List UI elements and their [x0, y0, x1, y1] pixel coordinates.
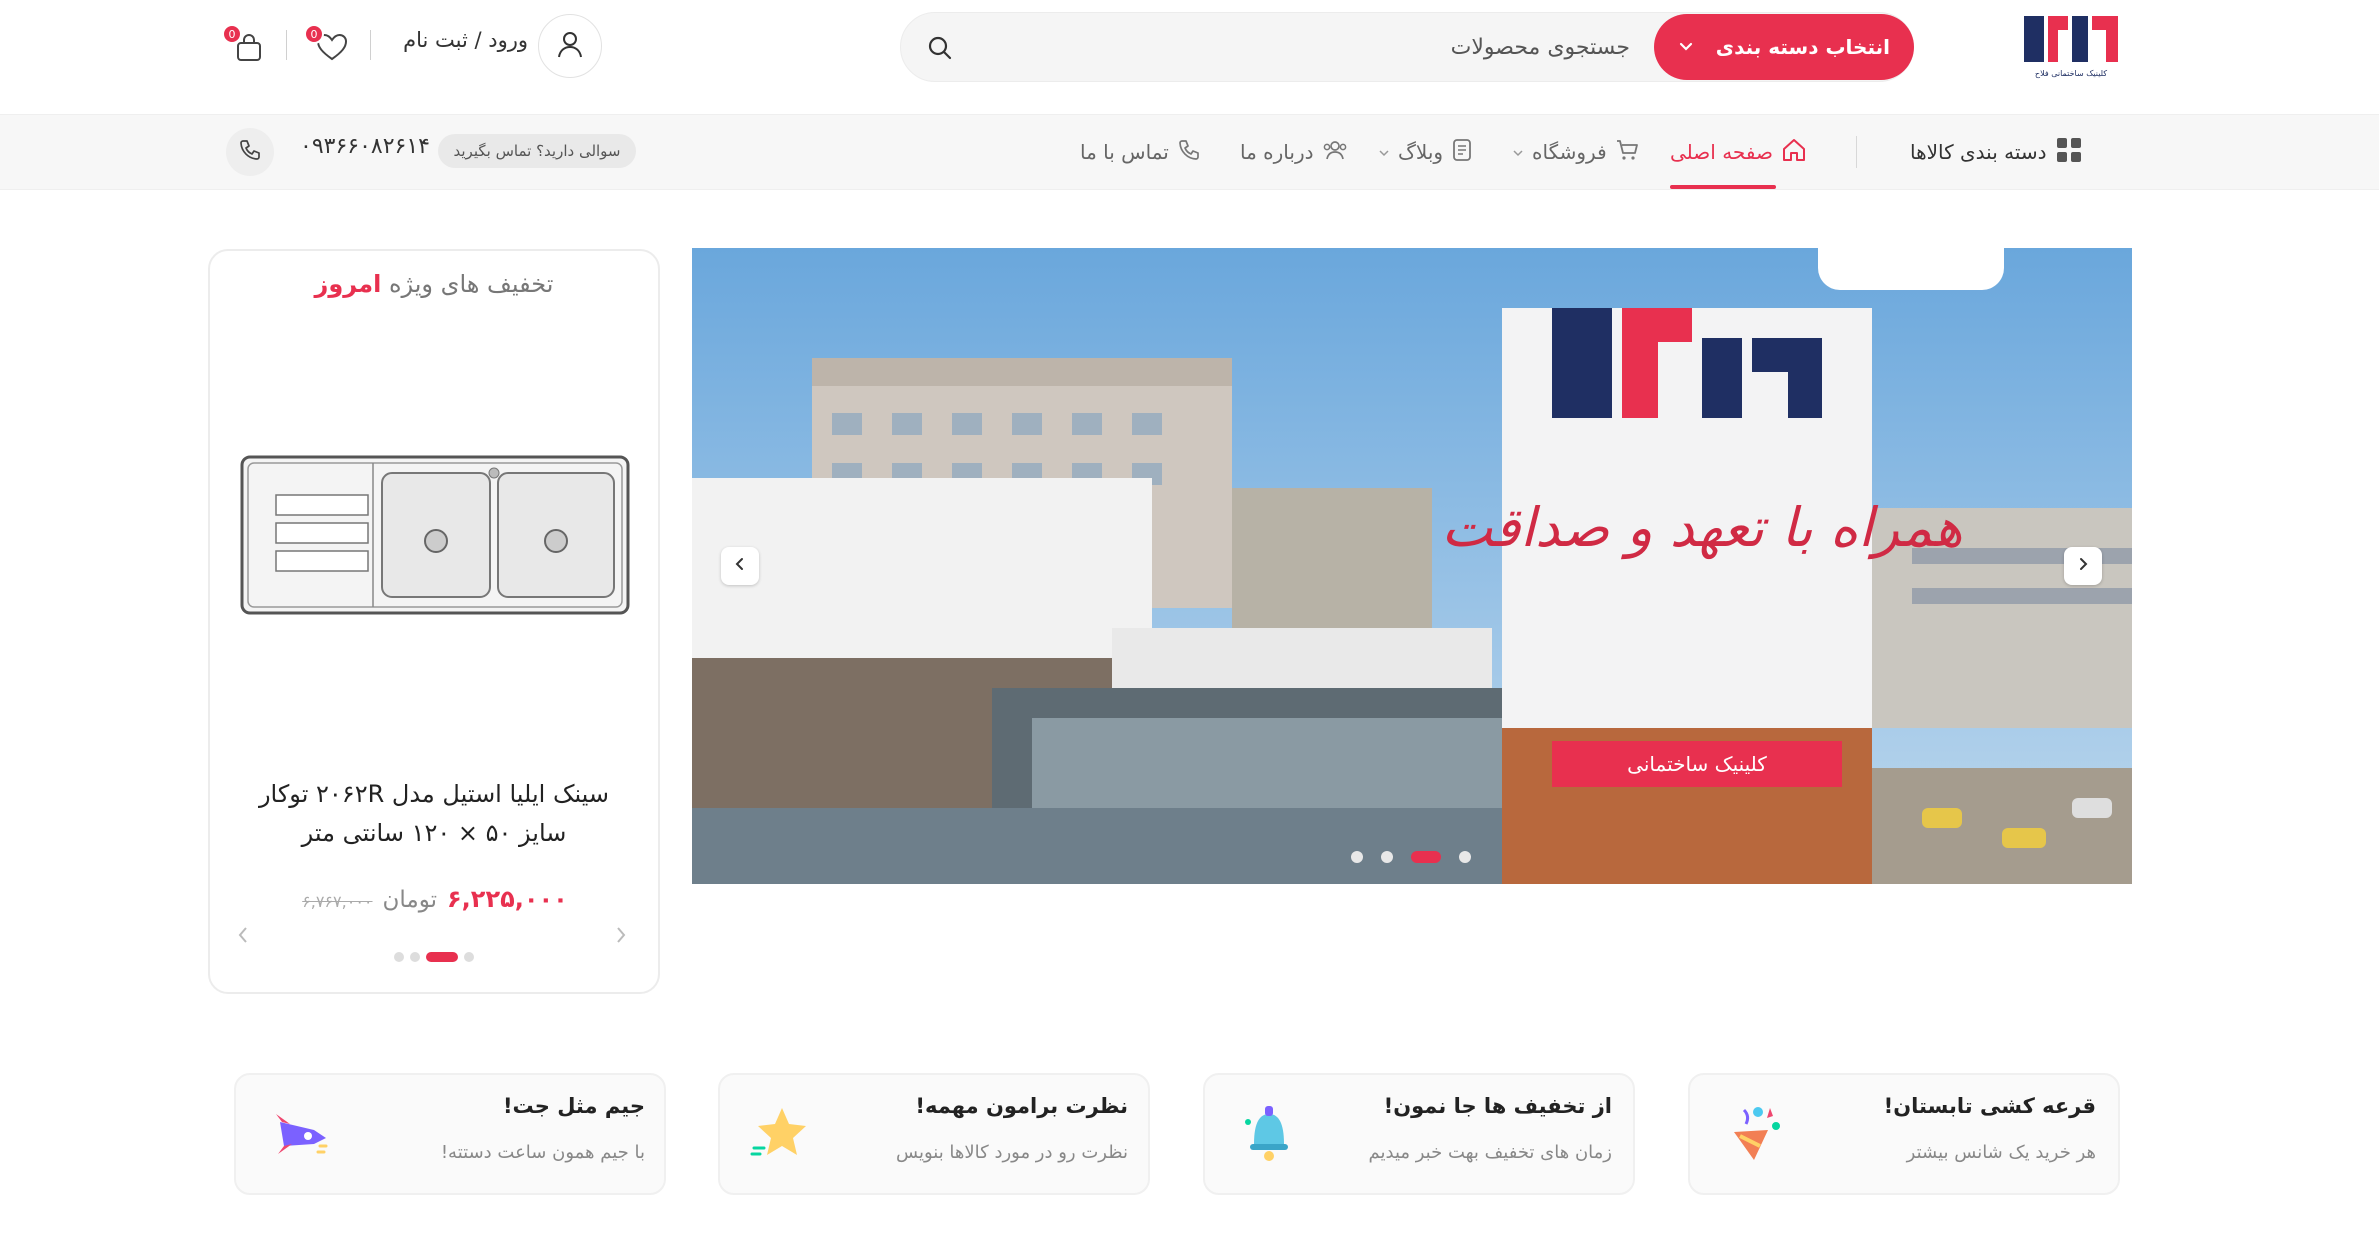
offer-dot[interactable] — [464, 952, 474, 962]
nav-about[interactable]: درباره ما — [1240, 136, 1348, 168]
nav-contact-label: تماس با ما — [1080, 140, 1169, 164]
support-phone-number[interactable]: ۰۹۳۶۶۰۸۲۶۱۴ — [290, 134, 430, 159]
phone-icon — [238, 138, 262, 166]
price-currency: تومان — [382, 887, 438, 913]
feature-subtitle: نظرت رو در مورد کالاها بنویس — [896, 1142, 1128, 1163]
users-icon — [1322, 138, 1348, 167]
feature-title: از تخفیف ها جا نمون! — [1383, 1094, 1612, 1118]
wishlist-count-badge: 0 — [304, 24, 324, 44]
feature-subtitle: هر خرید یک شانس بیشتر — [1906, 1142, 2096, 1163]
special-offer-card — [208, 249, 660, 994]
sign-slogan-text: همراه با تعهد و صداقت — [1441, 496, 1962, 560]
chevron-right-icon — [2075, 556, 2091, 576]
product-image[interactable] — [240, 455, 630, 615]
search-icon[interactable] — [926, 34, 954, 62]
chevron-left-icon — [236, 922, 250, 952]
nav-about-label: درباره ما — [1240, 140, 1314, 164]
star-icon — [748, 1102, 810, 1164]
special-offer-title: تخفیف های ویژه امروز — [208, 270, 660, 298]
product-price: ۶,۲۲۵,۰۰۰ تومان ۶,۷۶۷,۰۰۰ — [240, 885, 630, 913]
call-button[interactable] — [226, 128, 274, 176]
ask-question-pill: سوالی دارید؟ تماس بگیرید — [438, 134, 636, 168]
feature-title: نظرت برامون مهمه! — [915, 1094, 1128, 1118]
chevron-down-icon — [1512, 140, 1524, 164]
feature-subtitle: با جیم همون ساعت دستته! — [440, 1142, 645, 1163]
wishlist-button[interactable]: 0 — [304, 24, 350, 64]
offer-title-prefix: تخفیف های ویژه — [388, 270, 554, 298]
nav-active-indicator — [1670, 185, 1776, 189]
chevron-left-icon — [732, 556, 748, 576]
header-divider — [286, 30, 287, 60]
home-icon — [1781, 137, 1807, 168]
chevron-down-icon — [1678, 35, 1694, 59]
slider-dot-active[interactable] — [1411, 851, 1441, 863]
price-discounted: ۶,۲۲۵,۰۰۰ — [447, 885, 568, 913]
phone-icon — [1177, 138, 1201, 167]
document-icon — [1451, 138, 1473, 167]
cart-button[interactable]: 0 — [222, 24, 268, 64]
user-account-button[interactable] — [538, 14, 602, 78]
feature-title: قرعه کشی تابستان! — [1883, 1094, 2096, 1118]
chevron-down-icon — [1378, 140, 1390, 164]
offer-next-button[interactable] — [614, 922, 628, 952]
feature-subtitle: زمان های تخفیف بهت خبر میدیم — [1368, 1142, 1613, 1163]
chevron-right-icon — [614, 922, 628, 952]
product-name[interactable]: سینک ایلیا استیل مدل ۲۰۶۲R توکار سایز ۵۰… — [236, 775, 632, 853]
nav-contact[interactable]: تماس با ما — [1080, 136, 1201, 168]
nav-blog-label: وبلاگ — [1398, 140, 1444, 164]
nav-categories-label: دسته بندی کالاها — [1910, 140, 2047, 164]
nav-shop[interactable]: فروشگاه — [1512, 136, 1639, 168]
slider-dot[interactable] — [1381, 851, 1393, 863]
nav-divider — [1856, 136, 1857, 168]
slider-prev-button[interactable] — [721, 547, 759, 585]
category-select-label: انتخاب دسته بندی — [1715, 35, 1890, 59]
slider-dot[interactable] — [1351, 851, 1363, 863]
nav-blog[interactable]: وبلاگ — [1378, 136, 1473, 168]
cart-icon — [1615, 138, 1639, 167]
nav-shop-label: فروشگاه — [1532, 140, 1607, 164]
rocket-icon — [270, 1102, 332, 1164]
nav-home-label: صفحه اصلی — [1670, 140, 1773, 164]
offer-title-highlight: امروز — [314, 270, 382, 298]
hero-slide-image: کلینیک ساختمانی همراه با تعهد و صداقت — [692, 248, 2132, 884]
search-input[interactable] — [1010, 26, 1630, 68]
grid-icon — [2055, 136, 2083, 169]
user-icon — [554, 28, 586, 64]
offer-prev-button[interactable] — [236, 922, 250, 952]
party-popper-icon — [1724, 1102, 1786, 1164]
login-register-link[interactable]: ورود / ثبت نام — [392, 28, 528, 52]
offer-dot[interactable] — [394, 952, 404, 962]
price-original: ۶,۷۶۷,۰۰۰ — [302, 892, 373, 911]
slider-dot[interactable] — [1459, 851, 1471, 863]
offer-dot[interactable] — [410, 952, 420, 962]
hero-slider[interactable]: کلینیک ساختمانی همراه با تعهد و صداقت — [692, 248, 2132, 884]
bell-icon — [1238, 1102, 1300, 1164]
header-divider — [370, 30, 371, 60]
offer-dot-active[interactable] — [426, 952, 458, 962]
slider-next-button[interactable] — [2064, 547, 2102, 585]
slider-notch — [1818, 248, 2004, 290]
category-select-button[interactable]: انتخاب دسته بندی — [1654, 14, 1914, 80]
nav-categories[interactable]: دسته بندی کالاها — [1910, 136, 2083, 168]
svg-text:کلینیک ساختمانی فلاح: کلینیک ساختمانی فلاح — [2035, 69, 2107, 78]
site-logo[interactable]: کلینیک ساختمانی فلاح — [2020, 10, 2122, 84]
nav-home[interactable]: صفحه اصلی — [1670, 136, 1807, 168]
sign-banner-text: کلینیک ساختمانی — [1627, 752, 1767, 776]
cart-count-badge: 0 — [222, 24, 242, 44]
feature-title: جیم مثل جت! — [502, 1094, 645, 1118]
